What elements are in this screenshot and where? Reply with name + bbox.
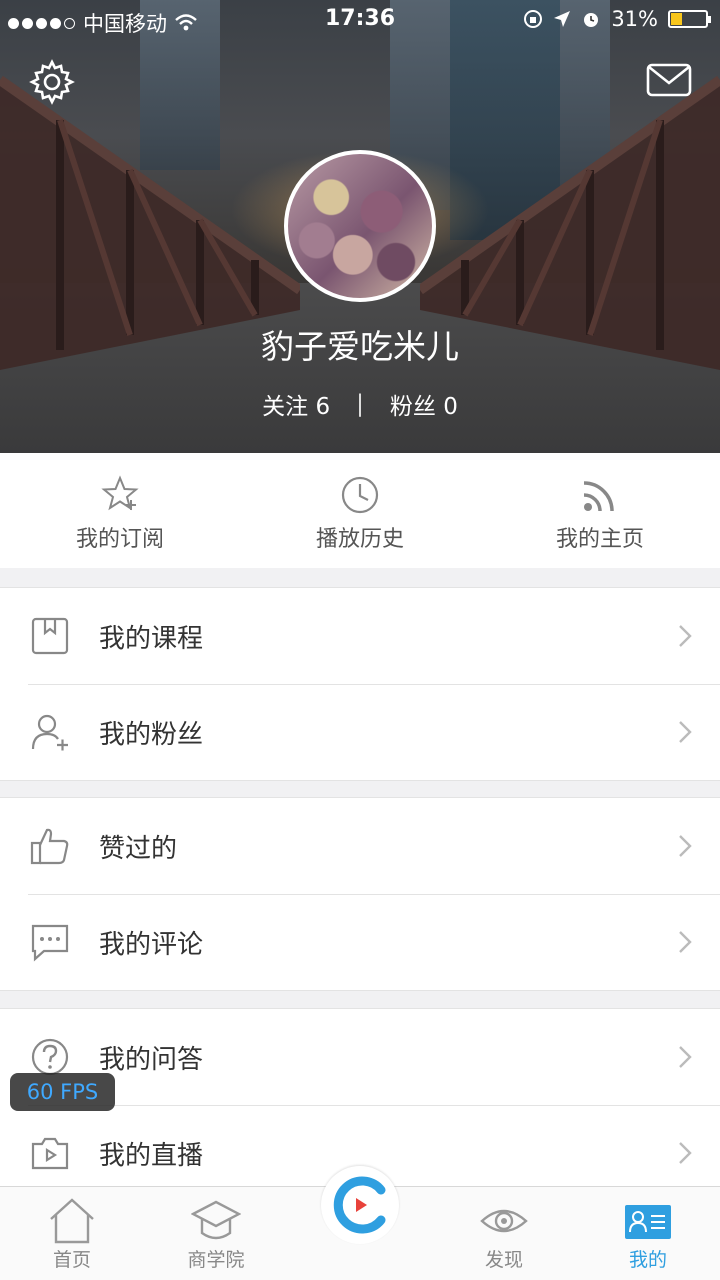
quick-action-homepage[interactable]: 我的主页 bbox=[480, 453, 720, 568]
avatar[interactable] bbox=[284, 150, 436, 302]
follow-stats: 关注 6 | 粉丝 0 bbox=[0, 387, 720, 421]
stats-separator: | bbox=[356, 391, 364, 417]
menu-item-label: 我的课程 bbox=[99, 623, 204, 654]
play-center-icon bbox=[333, 1176, 386, 1234]
mail-icon[interactable] bbox=[646, 62, 692, 98]
menu-group: 我的课程 我的粉丝 bbox=[0, 587, 720, 781]
menu-item-label: 我的直播 bbox=[99, 1140, 204, 1171]
quick-action-label: 我的主页 bbox=[555, 527, 644, 552]
graduation-cap-icon bbox=[191, 1200, 241, 1240]
chevron-right-icon bbox=[679, 721, 692, 743]
home-icon bbox=[50, 1198, 94, 1244]
chevron-right-icon bbox=[679, 1142, 692, 1164]
alarm-icon bbox=[584, 13, 599, 27]
tab-label: 商学院 bbox=[187, 1249, 245, 1271]
eye-icon bbox=[480, 1209, 528, 1233]
bookmark-icon bbox=[31, 617, 69, 655]
chevron-right-icon bbox=[679, 835, 692, 857]
fps-overlay: 60 FPS bbox=[10, 1073, 115, 1111]
menu-item-my-comments[interactable]: 我的评论 bbox=[0, 894, 720, 990]
star-plus-icon bbox=[101, 475, 139, 511]
chevron-right-icon bbox=[679, 625, 692, 647]
chevron-right-icon bbox=[679, 931, 692, 953]
fans-count: 0 bbox=[443, 394, 458, 420]
tab-me[interactable]: 我的 bbox=[576, 1187, 720, 1280]
question-icon bbox=[31, 1038, 69, 1076]
menu-item-liked[interactable]: 赞过的 bbox=[0, 798, 720, 894]
tab-label: 首页 bbox=[52, 1249, 91, 1271]
orientation-lock-icon bbox=[524, 10, 543, 28]
chevron-right-icon bbox=[679, 1046, 692, 1068]
tab-label: 发现 bbox=[484, 1249, 523, 1271]
following-count: 6 bbox=[315, 394, 331, 420]
comment-icon bbox=[31, 924, 69, 962]
quick-action-history[interactable]: 播放历史 bbox=[240, 453, 480, 568]
menu-item-label: 我的问答 bbox=[99, 1044, 204, 1075]
quick-actions-bar: 我的订阅 播放历史 我的主页 bbox=[0, 453, 720, 568]
user-add-icon bbox=[31, 714, 68, 751]
menu-item-my-fans[interactable]: 我的粉丝 bbox=[0, 684, 720, 780]
battery-percent: 31% bbox=[611, 7, 658, 31]
tab-home[interactable]: 首页 bbox=[0, 1187, 144, 1280]
location-arrow-icon bbox=[554, 11, 571, 27]
status-bar: 中国移动 17:36 31% bbox=[0, 0, 720, 40]
following-label: 关注 bbox=[262, 394, 309, 420]
menu-item-label: 我的粉丝 bbox=[99, 719, 204, 750]
tab-business-school[interactable]: 商学院 bbox=[144, 1187, 288, 1280]
profile-header: 中国移动 17:36 31% 豹子爱吃米儿 关注 6 | 粉丝 0 bbox=[0, 0, 720, 453]
quick-action-label: 播放历史 bbox=[315, 527, 404, 552]
quick-action-label: 我的订阅 bbox=[75, 527, 164, 552]
quick-action-subscriptions[interactable]: 我的订阅 bbox=[0, 453, 240, 568]
tab-label: 我的 bbox=[628, 1249, 667, 1271]
rss-icon bbox=[583, 481, 614, 512]
tab-discover[interactable]: 发现 bbox=[432, 1187, 576, 1280]
battery-level-fill bbox=[671, 13, 682, 25]
settings-gear-icon[interactable] bbox=[28, 58, 76, 106]
username[interactable]: 豹子爱吃米儿 bbox=[0, 320, 720, 368]
menu-item-label: 赞过的 bbox=[99, 833, 178, 864]
battery-icon bbox=[668, 10, 711, 28]
clock-icon bbox=[341, 476, 379, 514]
center-play-button[interactable] bbox=[321, 1166, 399, 1244]
profile-card-icon bbox=[625, 1205, 671, 1239]
thumbs-up-icon bbox=[30, 828, 69, 865]
menu-item-my-courses[interactable]: 我的课程 bbox=[0, 588, 720, 684]
fans-stat[interactable]: 粉丝 0 bbox=[390, 387, 458, 421]
menu-group: 赞过的 我的评论 bbox=[0, 797, 720, 991]
following-stat[interactable]: 关注 6 bbox=[262, 387, 330, 421]
fans-label: 粉丝 bbox=[389, 394, 436, 420]
menu-item-label: 我的评论 bbox=[99, 929, 204, 960]
live-camera-icon bbox=[31, 1137, 69, 1170]
